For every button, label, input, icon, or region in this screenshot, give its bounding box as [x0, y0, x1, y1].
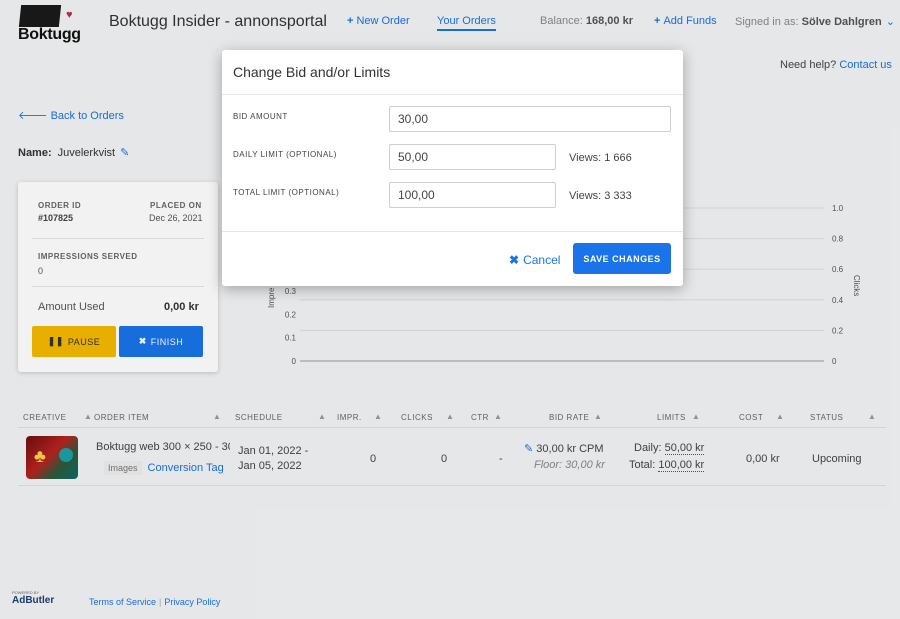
divider [222, 94, 683, 95]
save-changes-button[interactable]: SAVE CHANGES [573, 243, 671, 274]
bid-amount-label: BID AMOUNT [233, 112, 288, 121]
modal-title: Change Bid and/or Limits [233, 64, 391, 80]
total-limit-label: TOTAL LIMIT (OPTIONAL) [233, 188, 340, 197]
change-bid-modal: Change Bid and/or Limits BID AMOUNT DAIL… [222, 50, 683, 286]
total-limit-input[interactable] [389, 182, 556, 208]
total-views: Views: 3 333 [569, 190, 632, 202]
daily-limit-label: DAILY LIMIT (OPTIONAL) [233, 150, 337, 159]
divider [222, 231, 683, 232]
bid-amount-input[interactable] [389, 106, 671, 132]
daily-limit-input[interactable] [389, 144, 556, 170]
close-icon: ✖ [509, 253, 520, 267]
cancel-button[interactable]: ✖ Cancel [509, 253, 560, 267]
daily-views: Views: 1 666 [569, 152, 632, 164]
